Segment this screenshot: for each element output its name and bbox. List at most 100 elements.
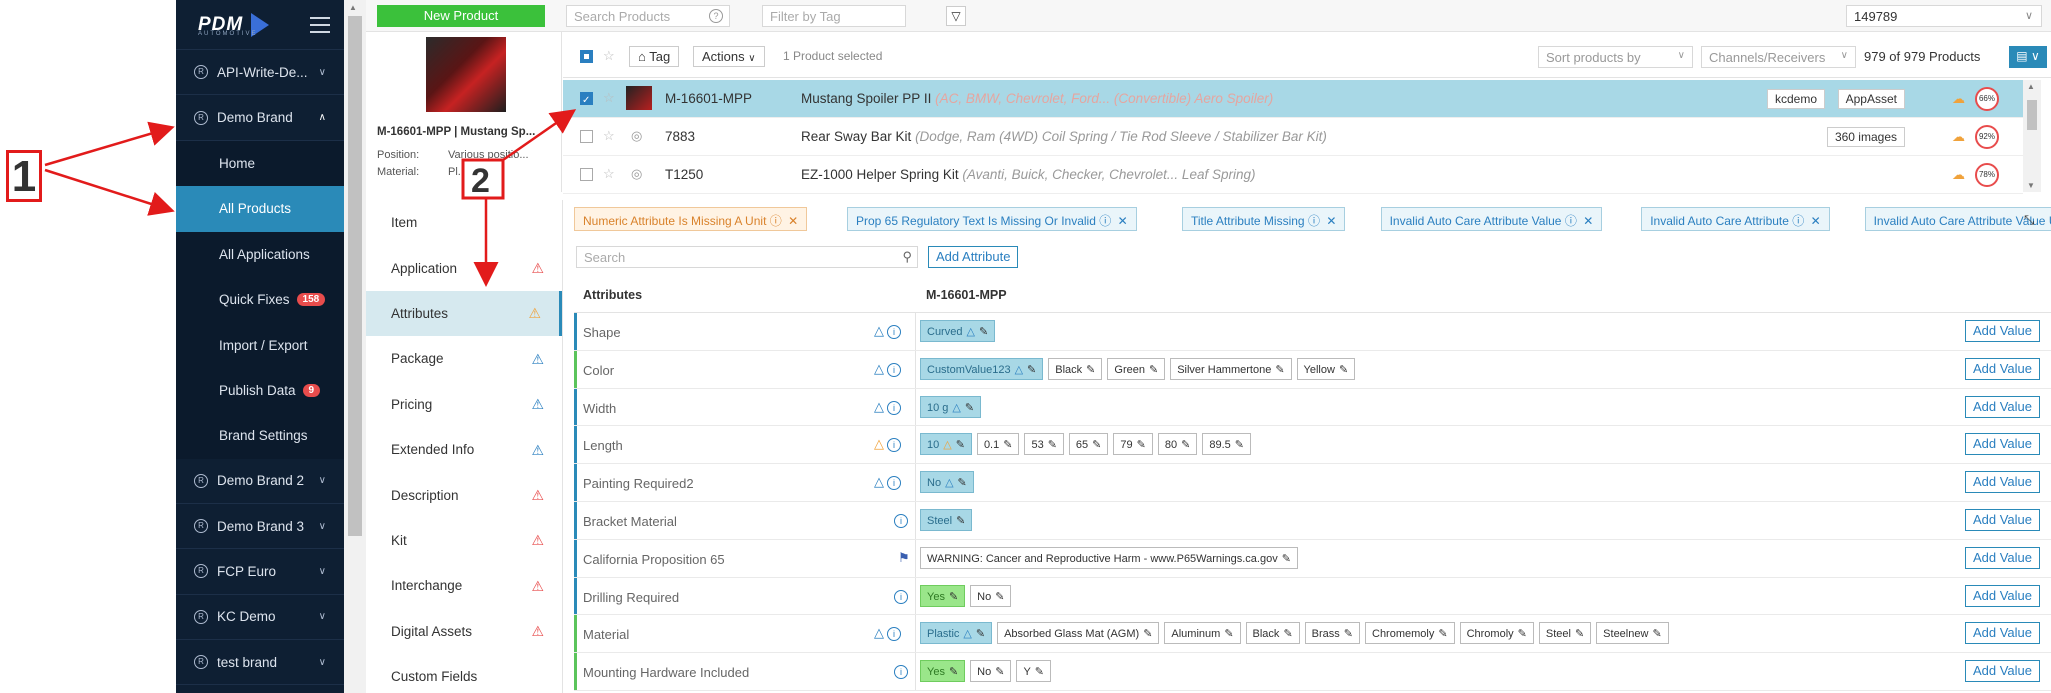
attribute-value[interactable]: 10 △ ✎ (920, 433, 972, 456)
edit-icon[interactable]: ✎ (949, 591, 958, 603)
attribute-value[interactable]: No △ ✎ (920, 471, 974, 494)
attribute-value[interactable]: No ✎ (970, 584, 1012, 607)
product-row[interactable]: ☆ ◎ 7883 Rear Sway Bar Kit (Dodge, Ram (4WD… (563, 118, 2023, 156)
attribute-value[interactable]: 53 ✎ (1024, 433, 1064, 456)
sidebar-item-test-brand[interactable]: Rtest brand ∨ (176, 640, 344, 686)
edit-icon[interactable]: ✎ (1003, 439, 1012, 451)
sidebar-item-demo-brand-3[interactable]: R Demo Brand 3 ∨ (176, 504, 344, 550)
channels-select[interactable]: Channels/Receivers ∨ (1701, 46, 1856, 68)
scroll-up-icon[interactable]: ▲ (2027, 82, 2035, 91)
scroll-down-icon[interactable]: ▼ (2027, 181, 2035, 190)
edit-icon[interactable]: ✎ (1438, 628, 1447, 640)
add-value-button[interactable]: Add Value (1964, 471, 2040, 494)
add-value-button[interactable]: Add Value (1964, 508, 2040, 531)
edit-icon[interactable]: ✎ (995, 666, 1004, 678)
info-icon[interactable]: i (887, 438, 901, 453)
attribute-value[interactable]: Yes ✎ (920, 660, 966, 683)
expand-icon[interactable]: ⤡ (2024, 212, 2034, 228)
edit-icon[interactable]: ✎ (1339, 364, 1348, 376)
attribute-value[interactable]: Chromemoly ✎ (1365, 622, 1455, 645)
edit-icon[interactable]: ✎ (995, 591, 1004, 603)
edit-icon[interactable]: ✎ (976, 628, 985, 640)
section-kit[interactable]: Kit ⚠ (366, 518, 562, 563)
section-package[interactable]: Package ⚠ (366, 336, 562, 381)
attribute-value[interactable]: Chromoly ✎ (1459, 622, 1534, 645)
info-icon[interactable]: i (887, 400, 901, 415)
section-extended-info[interactable]: Extended Info ⚠ (366, 427, 562, 472)
info-icon[interactable]: ⓘ (1308, 214, 1320, 228)
sidebar-item-fcp-euro[interactable]: R FCP Euro ∨ (176, 549, 344, 595)
attribute-value[interactable]: Black ✎ (1048, 357, 1103, 380)
edit-icon[interactable]: ✎ (1235, 439, 1244, 451)
edit-icon[interactable]: ✎ (1035, 666, 1044, 678)
edit-icon[interactable]: ✎ (1575, 628, 1584, 640)
edit-icon[interactable]: ✎ (956, 439, 965, 451)
actions-button[interactable]: Actions ∨ (693, 46, 765, 67)
attribute-value[interactable]: Curved △ ✎ (920, 320, 996, 342)
attribute-value[interactable]: 65 ✎ (1068, 433, 1109, 456)
add-value-button[interactable]: Add Value (1964, 320, 2040, 342)
scrollbar-thumb[interactable] (2027, 100, 2037, 130)
attribute-search-input[interactable]: Search ⚲ (576, 246, 918, 268)
edit-icon[interactable]: ✎ (1143, 628, 1152, 640)
sidebar-item-import-export[interactable]: Import / Export (176, 322, 344, 368)
sidebar-scrollbar[interactable]: ▲ (344, 0, 366, 693)
sort-select[interactable]: Sort products by ∨ (1538, 46, 1693, 68)
edit-icon[interactable]: ✎ (1048, 439, 1057, 451)
info-icon[interactable]: ⓘ (1099, 214, 1111, 228)
view-toggle-button[interactable]: ▤ ∨ (2009, 46, 2047, 68)
product-image[interactable] (426, 37, 506, 112)
attribute-value[interactable]: Aluminum ✎ (1164, 622, 1241, 645)
add-value-button[interactable]: Add Value (1964, 660, 2040, 683)
edit-icon[interactable]: ✎ (1027, 364, 1036, 376)
close-icon[interactable]: ✕ (1326, 214, 1336, 228)
sidebar-item-api-write-de[interactable]: R API-Write-De... ∨ (176, 50, 344, 96)
attribute-value[interactable]: Y ✎ (1016, 660, 1052, 683)
filter-funnel-icon[interactable]: ▽ (946, 6, 966, 26)
attribute-value[interactable]: 0.1 ✎ (976, 433, 1020, 456)
scroll-up-icon[interactable]: ▲ (349, 3, 357, 12)
attribute-value[interactable]: 89.5 ✎ (1202, 433, 1251, 456)
section-interchange[interactable]: Interchange ⚠ (366, 563, 562, 608)
sidebar-item-quick-fixes[interactable]: Quick Fixes 158 (176, 276, 344, 323)
add-value-button[interactable]: Add Value (1964, 584, 2040, 607)
product-tag-pill[interactable]: kcdemo (1766, 89, 1825, 109)
edit-icon[interactable]: ✎ (1344, 628, 1353, 640)
edit-icon[interactable]: ✎ (1137, 439, 1146, 451)
product-row[interactable]: ✓ ☆ M-16601-MPP Mustang Spoiler PP II (AC, … (563, 80, 2023, 118)
menu-toggle-icon[interactable] (310, 17, 330, 33)
brand-select[interactable]: 149789 ∨ (1846, 5, 2042, 27)
product-list-scrollbar[interactable]: ▲ ▼ (2023, 80, 2041, 192)
edit-icon[interactable]: ✎ (949, 666, 958, 678)
row-checkbox[interactable]: ✓ (580, 92, 593, 106)
tag-button[interactable]: ⌂ Tag (629, 46, 680, 67)
edit-icon[interactable]: ✎ (1149, 364, 1158, 376)
sidebar-item-all-products[interactable]: All Products (176, 186, 344, 232)
section-digital-assets[interactable]: Digital Assets ⚠ (366, 609, 562, 654)
edit-icon[interactable]: ✎ (1275, 364, 1284, 376)
product-tag-pill[interactable]: 360 images (1826, 127, 1905, 147)
sidebar-item-home[interactable]: Home (176, 140, 344, 187)
quick-fix-chip[interactable]: Invalid Auto Care Attribute ⓘ ✕ (1641, 207, 1830, 231)
info-icon[interactable]: i (887, 325, 901, 339)
attribute-value[interactable]: Black ✎ (1245, 622, 1300, 645)
new-product-button[interactable]: New Product (377, 5, 545, 27)
section-attributes[interactable]: Attributes ⚠ (366, 290, 562, 337)
star-icon[interactable]: ☆ (603, 128, 615, 144)
sidebar-item-demo-brand-2[interactable]: R Demo Brand 2 ∨ (176, 459, 344, 504)
sidebar-item-kc-demo[interactable]: R KC Demo ∨ (176, 595, 344, 641)
edit-icon[interactable]: ✎ (1092, 439, 1101, 451)
attribute-value[interactable]: Yellow ✎ (1296, 357, 1356, 380)
row-checkbox[interactable] (580, 130, 593, 143)
info-icon[interactable]: i (887, 627, 901, 642)
section-description[interactable]: Description ⚠ (366, 472, 562, 517)
attribute-value[interactable]: 10 g △ ✎ (920, 395, 982, 418)
attribute-value[interactable]: Steel ✎ (920, 508, 973, 531)
section-application[interactable]: Application ⚠ (366, 245, 562, 290)
attribute-value[interactable]: No ✎ (970, 660, 1012, 683)
select-all-checkbox[interactable] (580, 50, 593, 63)
edit-icon[interactable]: ✎ (965, 402, 974, 414)
add-value-button[interactable]: Add Value (1964, 546, 2040, 569)
add-value-button[interactable]: Add Value (1964, 433, 2040, 456)
edit-icon[interactable]: ✎ (958, 477, 967, 489)
